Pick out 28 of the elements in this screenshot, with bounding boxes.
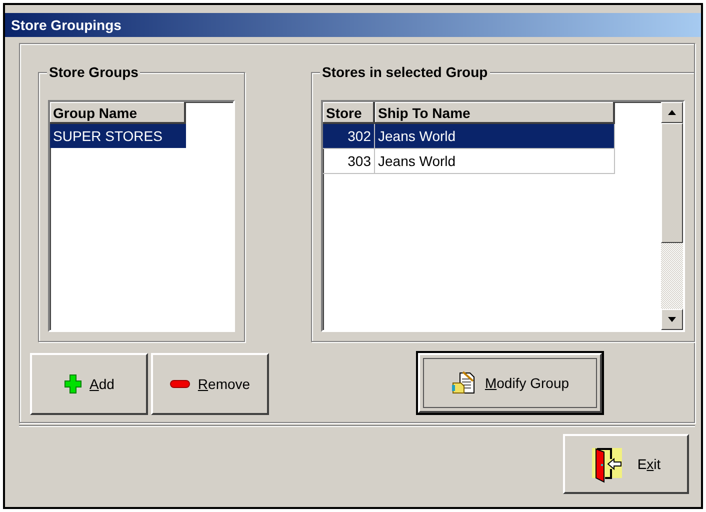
exit-button[interactable]: Exit: [563, 434, 689, 494]
modify-group-button[interactable]: Modify Group: [418, 353, 602, 413]
group-list[interactable]: Group Name SUPER STORES: [48, 100, 235, 332]
scroll-down-button[interactable]: [661, 309, 683, 330]
table-cell: 303: [323, 149, 375, 173]
group-row[interactable]: SUPER STORES: [50, 124, 186, 148]
remove-button[interactable]: Remove: [151, 353, 269, 415]
window-title: Store Groupings: [5, 13, 701, 37]
table-cell: Jeans World: [375, 124, 615, 148]
plus-icon: [64, 374, 82, 394]
exit-door-icon: [591, 445, 624, 483]
store-row[interactable]: 302 Jeans World: [323, 124, 615, 149]
scroll-thumb[interactable]: [661, 123, 683, 243]
stores-grid[interactable]: Store Ship To Name 302 Jeans World 303 Jeans World: [321, 100, 685, 332]
store-row[interactable]: 303 Jeans World: [323, 149, 615, 174]
down-arrow-icon: [668, 317, 676, 322]
column-header[interactable]: Store: [323, 102, 375, 124]
up-arrow-icon: [668, 110, 676, 115]
table-cell: 302: [323, 124, 375, 148]
minus-icon: [170, 380, 190, 388]
column-header[interactable]: Ship To Name: [375, 102, 615, 124]
group-title: Store Groups: [47, 64, 140, 80]
scrollbar[interactable]: [661, 102, 683, 330]
table-cell: Jeans World: [375, 149, 615, 173]
group-title: Stores in selected Group: [320, 64, 490, 80]
column-header[interactable]: Group Name: [50, 102, 186, 124]
scroll-up-button[interactable]: [661, 102, 683, 123]
add-button[interactable]: Add: [30, 353, 148, 415]
